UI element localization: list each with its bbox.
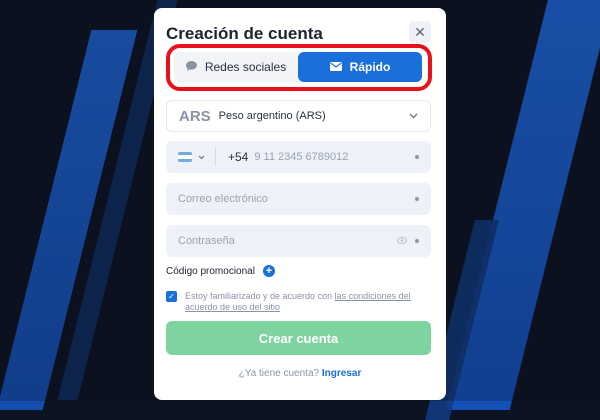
agreement-row: ✓ Estoy familiarizado y de acuerdo con l… <box>166 291 428 313</box>
tabs-highlight-outline <box>166 44 432 91</box>
login-link[interactable]: Ingresar <box>322 368 361 379</box>
eye-icon[interactable] <box>397 236 407 247</box>
chevron-down-icon <box>409 111 418 122</box>
email-field[interactable]: Correo electrónico <box>166 183 431 215</box>
plus-icon[interactable]: + <box>262 265 275 277</box>
close-icon: ✕ <box>414 24 426 40</box>
promo-code-label: Código promocional <box>166 265 255 277</box>
close-button[interactable]: ✕ <box>409 21 431 43</box>
currency-select[interactable]: ARS Peso argentino (ARS) <box>166 100 431 132</box>
promo-code-toggle[interactable]: Código promocional + <box>166 265 275 277</box>
email-placeholder: Correo electrónico <box>178 193 268 205</box>
currency-label: Peso argentino (ARS) <box>218 110 326 122</box>
phone-field[interactable]: +54 9 11 2345 6789012 <box>166 141 431 173</box>
required-dot-icon <box>415 197 419 201</box>
login-question: ¿Ya tiene cuenta? <box>238 368 320 379</box>
password-placeholder: Contraseña <box>178 235 235 247</box>
phone-placeholder: 9 11 2345 6789012 <box>254 151 349 163</box>
currency-code: ARS <box>179 107 211 125</box>
country-chevron-icon[interactable] <box>198 151 205 163</box>
agreement-checkbox[interactable]: ✓ <box>166 291 177 302</box>
divider <box>215 148 216 166</box>
argentina-flag-icon[interactable] <box>178 152 192 162</box>
agreement-text: Estoy familiarizado y de acuerdo con las… <box>185 291 411 312</box>
create-account-button[interactable]: Crear cuenta <box>166 321 431 355</box>
password-field[interactable]: Contraseña <box>166 225 431 257</box>
login-prompt: ¿Ya tiene cuenta? Ingresar <box>154 368 446 379</box>
required-dot-icon <box>415 155 419 159</box>
phone-prefix: +54 <box>228 150 249 164</box>
signup-modal: Creación de cuenta ✕ Redes sociales Rápi… <box>154 8 446 400</box>
modal-title: Creación de cuenta <box>166 24 323 43</box>
required-dot-icon <box>415 239 419 243</box>
